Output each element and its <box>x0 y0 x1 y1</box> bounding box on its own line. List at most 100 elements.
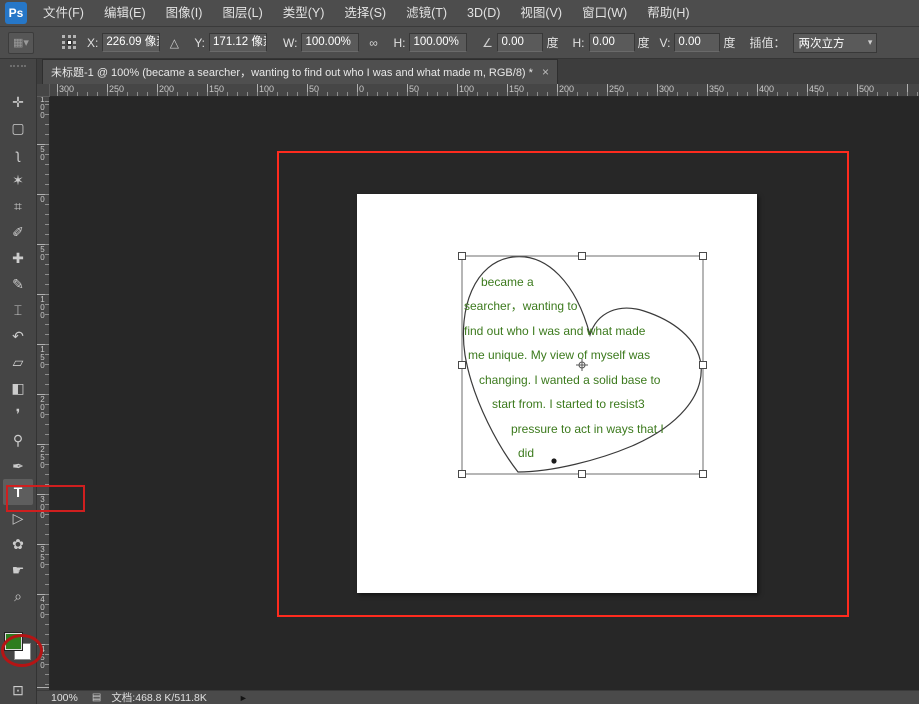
heart-text-line: start from. I started to resist3 <box>492 397 645 411</box>
hskew-input[interactable]: 0.00 <box>589 33 635 52</box>
v-ruler-label: 50 <box>39 146 46 162</box>
h-ruler-label: 50 <box>309 84 319 94</box>
lasso-tool[interactable]: ʅ <box>3 141 33 167</box>
reference-point-locator-icon[interactable] <box>62 35 77 50</box>
h-ruler-label: 450 <box>809 84 824 94</box>
quick-mask-icon: ⊡ <box>12 683 24 697</box>
h-ruler-label: 500 <box>859 84 874 94</box>
custom-shape-tool[interactable]: ✿ <box>3 531 33 557</box>
interpolation-value: 两次立方 <box>798 35 844 51</box>
menu-item-编辑(E)[interactable]: 编辑(E) <box>94 0 156 26</box>
heart-text-line: did <box>518 446 534 460</box>
x-label: X: <box>87 36 98 50</box>
eyedropper-tool-icon: ✐ <box>12 225 24 239</box>
canvas-area[interactable]: became a searcher，wanting to find out wh… <box>50 97 919 690</box>
interpolation-label: 插值： <box>749 34 785 51</box>
heart-text-line: find out who I was and what made <box>464 324 645 338</box>
menu-bar: Ps 文件(F)编辑(E)图像(I)图层(L)类型(Y)选择(S)滤镜(T)3D… <box>0 0 919 27</box>
v-ruler-label: 0 <box>39 196 46 204</box>
clone-stamp-tool[interactable]: ⌶ <box>3 297 33 323</box>
brush-tool-icon: ✎ <box>12 277 24 291</box>
path-selection-tool[interactable]: ▷ <box>3 505 33 531</box>
h-ruler-label: 250 <box>609 84 624 94</box>
menu-item-滤镜(T)[interactable]: 滤镜(T) <box>396 0 457 26</box>
gradient-tool[interactable]: ◧ <box>3 375 33 401</box>
rectangular-marquee-tool[interactable]: ▢ <box>3 115 33 141</box>
degree-label: 度 <box>546 34 558 51</box>
vertical-ruler[interactable]: 10050050100150200250300350400450 <box>37 97 50 690</box>
x-input[interactable]: 226.09 像素 <box>102 33 160 52</box>
quick-selection-tool[interactable]: ✶ <box>3 167 33 193</box>
width-input[interactable]: 100.00% <box>301 33 359 52</box>
tool-palette: ✛ ▢ ʅ✶⌗ ✐ ✚ ✎ ⌶ ↶ ▱ ◧ ❜ ⚲ ✒T▷ ✿ ☛ ⌕ ⊡ <box>0 59 37 704</box>
spot-healing-brush-tool[interactable]: ✚ <box>3 245 33 271</box>
crop-tool[interactable]: ⌗ <box>3 193 33 219</box>
v-ruler-label: 250 <box>39 446 46 470</box>
custom-shape-tool-icon: ✿ <box>12 537 24 551</box>
h-ruler-label: 400 <box>759 84 774 94</box>
h-ruler-label: 200 <box>159 84 174 94</box>
ruler-corner[interactable] <box>37 84 50 97</box>
h-ruler-label: 150 <box>209 84 224 94</box>
toolbar-grip[interactable] <box>10 65 26 68</box>
zoom-tool-icon: ⌕ <box>14 589 22 603</box>
tool-preset-picker[interactable]: ▦▾ <box>8 32 34 54</box>
status-flyout-arrow-icon[interactable]: ► <box>239 693 248 703</box>
blur-tool-icon: ❜ <box>16 407 21 421</box>
interpolation-dropdown[interactable]: 两次立方 ▾ <box>793 33 877 53</box>
eraser-tool[interactable]: ▱ <box>3 349 33 375</box>
menu-item-帮助(H)[interactable]: 帮助(H) <box>637 0 699 26</box>
horizontal-ruler[interactable]: 3002502001501005005010015020025030035040… <box>50 84 919 97</box>
tools-list: ✛ ▢ ʅ✶⌗ ✐ ✚ ✎ ⌶ ↶ ▱ ◧ ❜ ⚲ ✒T▷ ✿ ☛ ⌕ <box>3 89 33 609</box>
menu-item-图像(I)[interactable]: 图像(I) <box>156 0 213 26</box>
status-bar: 100% ▤ 文档:468.8 K/511.8K ► <box>37 690 919 704</box>
h-ruler-label: 100 <box>259 84 274 94</box>
zoom-tool[interactable]: ⌕ <box>3 583 33 609</box>
v-ruler-label: 300 <box>39 496 46 520</box>
menu-item-3D(D)[interactable]: 3D(D) <box>457 0 510 26</box>
history-brush-tool-icon: ↶ <box>12 329 24 343</box>
spot-healing-brush-tool-icon: ✚ <box>12 251 24 265</box>
relative-position-toggle[interactable]: △ <box>164 33 184 53</box>
menu-item-类型(Y)[interactable]: 类型(Y) <box>273 0 335 26</box>
menu-item-图层(L)[interactable]: 图层(L) <box>212 0 272 26</box>
dodge-tool[interactable]: ⚲ <box>3 427 33 453</box>
menu-items: 文件(F)编辑(E)图像(I)图层(L)类型(Y)选择(S)滤镜(T)3D(D)… <box>33 0 700 26</box>
v-ruler-label: 450 <box>39 646 46 670</box>
zoom-level-field[interactable]: 100% <box>51 692 78 704</box>
gradient-tool-icon: ◧ <box>11 381 24 395</box>
y-input[interactable]: 171.12 像素 <box>209 33 267 52</box>
type-tool[interactable]: T <box>3 479 33 505</box>
menu-item-文件(F)[interactable]: 文件(F) <box>33 0 94 26</box>
close-icon[interactable]: × <box>542 65 549 79</box>
rectangular-marquee-tool-icon: ▢ <box>11 121 24 135</box>
pen-tool[interactable]: ✒ <box>3 453 33 479</box>
move-tool[interactable]: ✛ <box>3 89 33 115</box>
degree-label: 度 <box>723 34 735 51</box>
vskew-input[interactable]: 0.00 <box>674 33 720 52</box>
color-swatches <box>3 633 33 663</box>
rotate-input[interactable]: 0.00 <box>497 33 543 52</box>
dodge-tool-icon: ⚲ <box>13 433 23 447</box>
height-label: H: <box>393 36 405 50</box>
blur-tool[interactable]: ❜ <box>3 401 33 427</box>
photoshop-window: Ps 文件(F)编辑(E)图像(I)图层(L)类型(Y)选择(S)滤镜(T)3D… <box>0 0 919 704</box>
foreground-color-swatch[interactable] <box>5 633 22 650</box>
menu-item-选择(S)[interactable]: 选择(S) <box>334 0 396 26</box>
history-brush-tool[interactable]: ↶ <box>3 323 33 349</box>
document-tab[interactable]: 未标题-1 @ 100% (became a searcher，wanting … <box>42 59 558 84</box>
clone-stamp-tool-icon: ⌶ <box>14 303 22 317</box>
h-ruler-label: 250 <box>109 84 124 94</box>
eyedropper-tool[interactable]: ✐ <box>3 219 33 245</box>
h-ruler-label: 100 <box>459 84 474 94</box>
menu-item-窗口(W)[interactable]: 窗口(W) <box>572 0 637 26</box>
quick-mask-button[interactable]: ⊡ <box>3 677 33 703</box>
v-ruler-label: 100 <box>39 97 46 120</box>
hand-tool[interactable]: ☛ <box>3 557 33 583</box>
height-input[interactable]: 100.00% <box>409 33 467 52</box>
brush-tool[interactable]: ✎ <box>3 271 33 297</box>
degree-label: 度 <box>638 34 650 51</box>
menu-item-视图(V)[interactable]: 视图(V) <box>510 0 572 26</box>
h-ruler-label: 300 <box>659 84 674 94</box>
link-dimensions-icon[interactable]: ∞ <box>363 33 383 53</box>
